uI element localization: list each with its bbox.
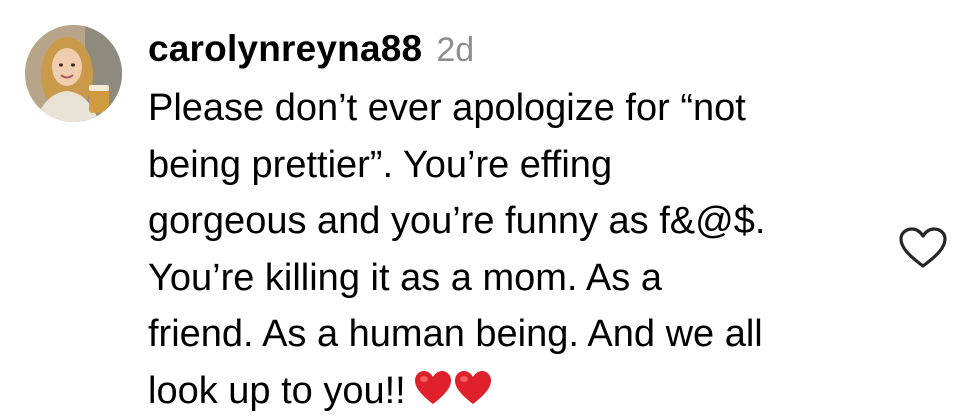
comment-text-line: look up to you!!: [148, 369, 406, 412]
comment-text-line: gorgeous and you’re funny as f&@$.: [148, 200, 766, 242]
comment-text-line-last: look up to you!!: [148, 363, 878, 417]
heart-emojis: [414, 370, 492, 406]
comment: carolynreyna88 2d Please don’t ever apol…: [0, 0, 980, 417]
comment-header: carolynreyna88 2d: [148, 28, 878, 80]
comment-text: Please don’t ever apologize for “not bei…: [148, 80, 878, 417]
like-button[interactable]: [898, 226, 948, 270]
timestamp[interactable]: 2d: [436, 31, 474, 70]
red-heart-icon: [414, 370, 452, 406]
avatar-photo: [25, 25, 122, 122]
comment-text-line: friend. As a human being. And we all: [148, 313, 763, 355]
comment-content: carolynreyna88 2d Please don’t ever apol…: [148, 28, 878, 417]
comment-text-line: You’re killing it as a mom. As a: [148, 256, 662, 299]
red-heart-icon: [454, 370, 492, 406]
username[interactable]: carolynreyna88: [148, 28, 422, 70]
comment-text-line: Please don’t ever apologize for “not: [148, 87, 746, 129]
avatar[interactable]: [25, 25, 122, 122]
heart-outline-icon: [899, 227, 947, 268]
comment-text-line: being prettier”. You’re effing: [148, 143, 613, 186]
